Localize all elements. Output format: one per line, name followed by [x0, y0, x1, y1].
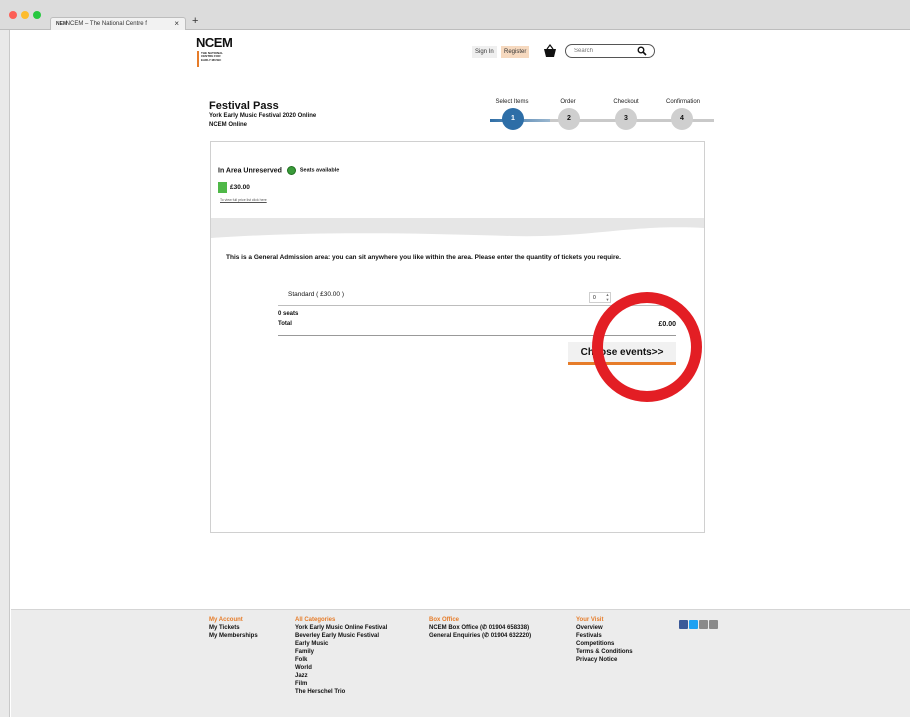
logo-accent-bar	[197, 51, 199, 67]
step-label-checkout: Checkout	[613, 99, 639, 105]
seats-count: 0 seats	[278, 311, 299, 317]
decorative-wave	[211, 218, 704, 238]
maximize-window-icon[interactable]	[33, 11, 41, 19]
step-4-circle: 4	[671, 108, 693, 130]
footer-link[interactable]: NCEM Box Office (✆ 01904 658338)	[429, 624, 531, 632]
youtube-icon[interactable]	[699, 620, 708, 629]
footer-link[interactable]: Overview	[576, 624, 633, 632]
footer-my-account: My Account My Tickets My Memberships	[209, 616, 258, 640]
price-band-icon	[218, 182, 227, 193]
step-label-confirmation: Confirmation	[665, 99, 700, 105]
footer-link[interactable]: Terms & Conditions	[576, 648, 633, 656]
footer-link[interactable]: Folk	[295, 656, 387, 664]
footer-link[interactable]: Film	[295, 680, 387, 688]
facebook-icon[interactable]	[679, 620, 688, 629]
footer-link[interactable]: Early Music	[295, 640, 387, 648]
instagram-icon[interactable]	[709, 620, 718, 629]
event-venue: NCEM Online	[209, 122, 248, 128]
area-heading: In Area Unreserved Seats available	[218, 166, 339, 175]
search-icon[interactable]	[637, 46, 647, 56]
social-links	[679, 616, 719, 634]
minimize-window-icon[interactable]	[21, 11, 29, 19]
event-subtitle: York Early Music Festival 2020 Online	[209, 113, 317, 119]
footer-link[interactable]: Family	[295, 648, 387, 656]
footer-link[interactable]: My Tickets	[209, 624, 258, 632]
basket-icon[interactable]	[543, 44, 557, 58]
browser-chrome: NEM NCEM – The National Centre f × +	[0, 0, 910, 30]
footer-link[interactable]: Competitions	[576, 640, 633, 648]
footer-heading: All Categories	[295, 617, 336, 623]
register-button[interactable]: Register	[501, 46, 530, 58]
footer-heading: Box Office	[429, 617, 460, 623]
footer-categories: All Categories York Early Music Online F…	[295, 616, 387, 696]
footer-heading: My Account	[209, 617, 243, 623]
tab-close-icon[interactable]: ×	[174, 18, 179, 30]
availability-text: Seats available	[299, 167, 340, 174]
price-list-link[interactable]: To view full price list click here	[220, 198, 267, 202]
footer-link[interactable]: York Early Music Online Festival	[295, 624, 387, 632]
total-divider	[278, 335, 676, 336]
sign-in-button[interactable]: Sign In	[472, 46, 497, 58]
step-2-circle: 2	[558, 108, 580, 130]
footer-heading: Your Visit	[576, 617, 604, 623]
ticket-selection-card	[210, 141, 705, 533]
footer-link[interactable]: Jazz	[295, 672, 387, 680]
total-label: Total	[278, 321, 292, 327]
logo-subtext: THE NATIONAL CENTRE FOR EARLY MUSIC	[201, 51, 224, 62]
footer-link[interactable]: Festivals	[576, 632, 633, 640]
seats-available-icon	[286, 166, 296, 175]
step-3-circle: 3	[615, 108, 637, 130]
footer-link[interactable]: General Enquiries (✆ 01904 632220)	[429, 632, 531, 640]
ticket-type-label: Standard ( £30.00 )	[288, 291, 345, 298]
browser-tab[interactable]: NEM NCEM – The National Centre f ×	[50, 17, 186, 30]
tab-title: NCEM – The National Centre f	[65, 21, 147, 27]
footer-link[interactable]: The Herschel Trio	[295, 688, 387, 696]
area-price: £30.00	[230, 184, 250, 191]
footer-link[interactable]: Beverley Early Music Festival	[295, 632, 387, 640]
logo-text: NCEM	[196, 35, 233, 50]
general-admission-info: This is a General Admission area: you ca…	[226, 254, 621, 261]
step-label-order: Order	[560, 99, 576, 105]
total-value: £0.00	[658, 321, 676, 328]
twitter-icon[interactable]	[689, 620, 698, 629]
footer-link[interactable]: My Memberships	[209, 632, 258, 640]
step-1-circle: 1	[502, 108, 524, 130]
favicon-icon: NEM	[56, 21, 68, 27]
area-title: In Area Unreserved	[218, 167, 282, 175]
footer-link[interactable]: World	[295, 664, 387, 672]
footer-link[interactable]: Privacy Notice	[576, 656, 633, 664]
ncem-logo[interactable]: NCEM THE NATIONAL CENTRE FOR EARLY MUSIC	[196, 36, 240, 70]
footer-box-office: Box Office NCEM Box Office (✆ 01904 6583…	[429, 616, 531, 640]
ticket-row: Standard ( £30.00 )	[278, 286, 676, 306]
step-label-select-items: Select Items	[495, 99, 529, 105]
quantity-arrows-icon[interactable]: ▲ ▼	[604, 292, 611, 303]
event-title: Festival Pass	[209, 100, 279, 112]
left-rail	[0, 30, 10, 717]
new-tab-icon[interactable]: +	[192, 15, 198, 27]
footer-your-visit: Your Visit Overview Festivals Competitio…	[576, 616, 633, 664]
close-window-icon[interactable]	[9, 11, 17, 19]
choose-events-button[interactable]: Choose events>>	[568, 342, 676, 365]
